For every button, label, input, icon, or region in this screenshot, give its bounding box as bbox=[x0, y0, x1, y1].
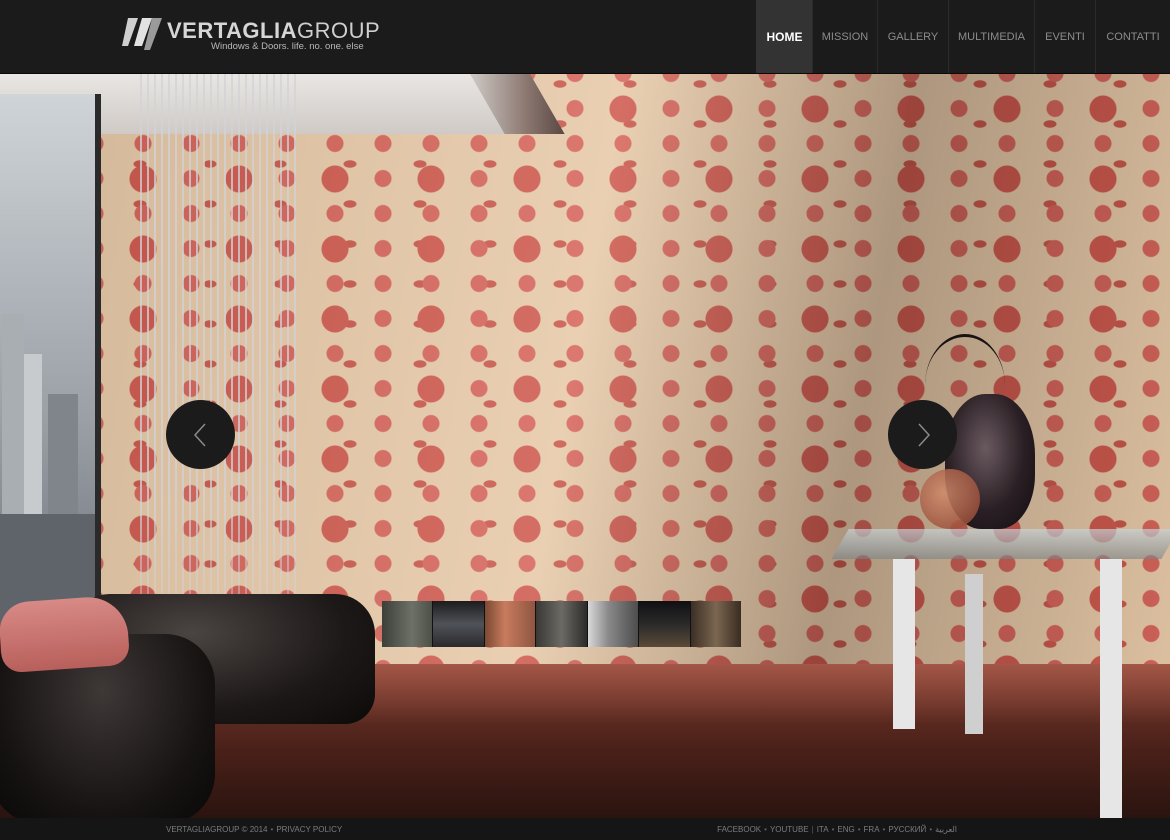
glass-table-top bbox=[831, 529, 1170, 559]
lang-ita-link[interactable]: ITA bbox=[817, 825, 829, 834]
slider-thumbnail[interactable] bbox=[382, 601, 434, 647]
bullet-separator: • bbox=[831, 825, 835, 834]
slider-prev-button[interactable] bbox=[166, 400, 235, 469]
nav-item-gallery[interactable]: GALLERY bbox=[877, 0, 948, 73]
logo-mark-icon bbox=[122, 18, 162, 50]
lang-ara-link[interactable]: العربية bbox=[935, 825, 957, 834]
amber-vase bbox=[920, 469, 980, 529]
nav-item-home[interactable]: HOME bbox=[756, 0, 812, 73]
copyright-text: VERTAGLIAGROUP © 2014 bbox=[166, 825, 268, 834]
facebook-link[interactable]: FACEBOOK bbox=[717, 825, 761, 834]
slider-thumbnail[interactable] bbox=[690, 601, 741, 647]
lang-rus-link[interactable]: РУССКИЙ bbox=[888, 825, 926, 834]
chevron-right-icon bbox=[917, 422, 930, 447]
pink-pillow bbox=[0, 594, 131, 674]
slider-thumbnail[interactable] bbox=[484, 601, 537, 647]
bullet-separator: • bbox=[929, 825, 933, 834]
nav-item-eventi[interactable]: EVENTI bbox=[1034, 0, 1095, 73]
table-leg bbox=[893, 559, 915, 729]
bullet-separator: • bbox=[857, 825, 861, 834]
footer-links: FACEBOOK • YOUTUBE | ITA • ENG • FRA • РУССКИЙ • الع… bbox=[717, 825, 957, 834]
logo-wordmark-light: GROUP bbox=[296, 18, 381, 43]
privacy-policy-link[interactable]: PRIVACY POLICY bbox=[276, 825, 342, 834]
nav-item-contatti[interactable]: CONTATTI bbox=[1095, 0, 1170, 73]
slider-thumbnail[interactable] bbox=[587, 601, 640, 647]
hero-slide bbox=[0, 74, 1170, 818]
bullet-separator: • bbox=[882, 825, 886, 834]
slider-next-button[interactable] bbox=[888, 400, 957, 469]
main-nav: HOME MISSION GALLERY MULTIMEDIA EVENTI C… bbox=[756, 0, 1170, 73]
slider-thumbnail[interactable] bbox=[536, 601, 588, 647]
site-footer: VERTAGLIAGROUP © 2014 • PRIVACY POLICY FAC… bbox=[0, 818, 1170, 840]
pipe-separator: | bbox=[811, 825, 814, 834]
chevron-left-icon bbox=[193, 422, 206, 447]
site-header: VERTAGLIAGROUP Windows & Doors. life. no… bbox=[0, 0, 1170, 74]
crystal-chandelier bbox=[140, 74, 300, 674]
slider-thumbnail[interactable] bbox=[639, 601, 691, 647]
slider-thumbnails bbox=[382, 601, 741, 647]
lang-eng-link[interactable]: ENG bbox=[837, 825, 854, 834]
bullet-separator: • bbox=[764, 825, 767, 834]
city-window bbox=[0, 94, 101, 634]
nav-item-mission[interactable]: MISSION bbox=[812, 0, 877, 73]
youtube-link[interactable]: YOUTUBE bbox=[770, 825, 809, 834]
slider-thumbnail[interactable] bbox=[433, 601, 485, 647]
floor-reflection bbox=[300, 664, 1170, 724]
nav-item-multimedia[interactable]: MULTIMEDIA bbox=[948, 0, 1034, 73]
lang-fra-link[interactable]: FRA bbox=[864, 825, 880, 834]
footer-left: VERTAGLIAGROUP © 2014 • PRIVACY POLICY bbox=[166, 825, 342, 834]
logo[interactable]: VERTAGLIAGROUP Windows & Doors. life. no… bbox=[122, 16, 422, 56]
table-leg bbox=[1100, 559, 1122, 818]
bullet-separator: • bbox=[270, 825, 274, 834]
logo-tagline: Windows & Doors. life. no. one. else bbox=[211, 41, 364, 52]
table-leg bbox=[965, 574, 983, 734]
logo-wordmark-bold: VERTAGLIA bbox=[167, 18, 297, 43]
